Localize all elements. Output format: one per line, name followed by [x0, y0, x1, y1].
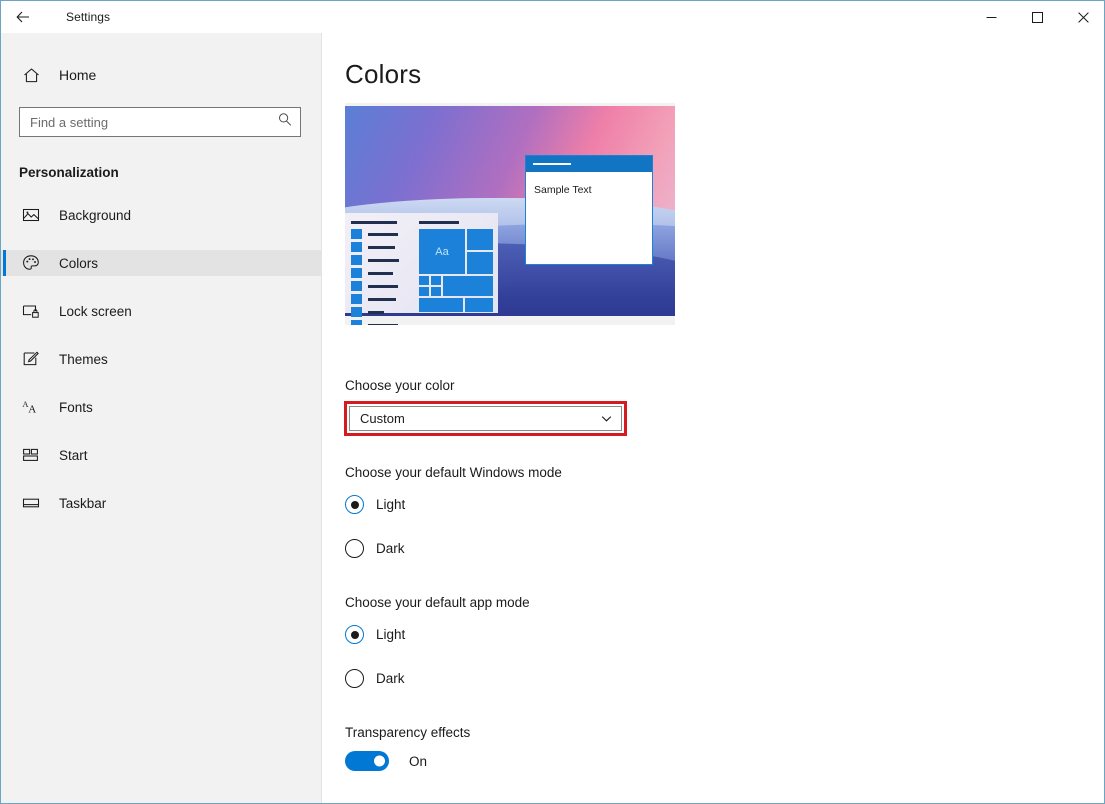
sidebar-item-label: Themes — [59, 352, 108, 367]
close-button[interactable] — [1060, 1, 1105, 33]
home-icon — [21, 65, 41, 85]
transparency-state-label: On — [409, 754, 427, 769]
picture-icon — [21, 205, 41, 225]
preview-tile — [419, 287, 429, 296]
preview-sample-window: Sample Text — [525, 155, 653, 265]
preview-list-header — [351, 221, 397, 224]
sidebar-item-taskbar[interactable]: Taskbar — [1, 490, 321, 516]
radio-indicator — [345, 669, 364, 688]
sidebar-item-colors[interactable]: Colors — [1, 250, 321, 276]
preview-tile — [467, 252, 493, 274]
sidebar-item-label: Colors — [59, 256, 98, 271]
sidebar: Home Personalization — [1, 33, 322, 804]
brush-icon — [21, 349, 41, 369]
selection-accent-bar — [3, 250, 6, 276]
start-tiles-icon — [21, 445, 41, 465]
lock-screen-icon — [21, 301, 41, 321]
radio-indicator — [345, 495, 364, 514]
sidebar-item-label: Fonts — [59, 400, 93, 415]
choose-color-value: Custom — [360, 411, 600, 426]
preview-tile-text: Aa — [419, 229, 465, 274]
sidebar-item-fonts[interactable]: A A Fonts — [1, 394, 321, 420]
main-content: Colors — [323, 33, 1105, 804]
minimize-button[interactable] — [968, 1, 1014, 33]
caption-buttons — [968, 1, 1105, 33]
preview-titlebar-accent — [533, 163, 571, 165]
radio-label: Light — [376, 497, 405, 512]
search-input[interactable] — [20, 108, 300, 136]
preview-sample-text: Sample Text — [534, 184, 592, 196]
transparency-toggle-row[interactable]: On — [345, 751, 427, 771]
back-arrow-icon — [15, 9, 31, 25]
sidebar-home-label: Home — [59, 67, 96, 83]
preview-tile — [431, 287, 441, 296]
fonts-icon: A A — [21, 397, 41, 417]
maximize-button[interactable] — [1014, 1, 1060, 33]
transparency-label: Transparency effects — [345, 725, 470, 740]
preview-tile — [467, 229, 493, 250]
windows-mode-label: Choose your default Windows mode — [345, 465, 562, 480]
preview-tile — [431, 276, 441, 285]
transparency-toggle[interactable] — [345, 751, 389, 771]
taskbar-icon — [21, 493, 41, 513]
preview-sample-titlebar — [526, 156, 652, 172]
sidebar-item-home[interactable]: Home — [1, 57, 321, 93]
preview-tile-grid: Aa — [419, 221, 493, 312]
radio-app-mode-dark[interactable]: Dark — [345, 669, 405, 688]
sidebar-nav-list: Background Colors — [1, 202, 321, 516]
color-preview: Aa — [345, 103, 675, 325]
sidebar-item-label: Lock screen — [59, 304, 132, 319]
title-bar: Settings — [1, 1, 1105, 33]
choose-color-dropdown[interactable]: Custom — [349, 406, 622, 431]
sidebar-section-header: Personalization — [1, 165, 321, 180]
preview-app-list — [351, 221, 409, 325]
page-title: Colors — [345, 59, 1105, 90]
radio-indicator — [345, 625, 364, 644]
palette-icon — [21, 253, 41, 273]
preview-tile — [419, 276, 429, 285]
app-mode-label: Choose your default app mode — [345, 595, 530, 610]
radio-indicator — [345, 539, 364, 558]
radio-label: Dark — [376, 671, 405, 686]
sidebar-item-label: Start — [59, 448, 88, 463]
chevron-down-icon — [600, 412, 613, 425]
window-title: Settings — [66, 10, 110, 24]
radio-app-mode-light[interactable]: Light — [345, 625, 405, 644]
radio-label: Light — [376, 627, 405, 642]
preview-tile — [443, 276, 493, 296]
sidebar-item-label: Taskbar — [59, 496, 106, 511]
sidebar-item-background[interactable]: Background — [1, 202, 321, 228]
sidebar-item-label: Background — [59, 208, 131, 223]
sidebar-item-themes[interactable]: Themes — [1, 346, 321, 372]
maximize-icon — [1032, 12, 1043, 23]
radio-windows-mode-dark[interactable]: Dark — [345, 539, 405, 558]
close-icon — [1078, 12, 1089, 23]
search-icon — [278, 113, 292, 132]
sidebar-item-start[interactable]: Start — [1, 442, 321, 468]
toggle-knob — [374, 756, 385, 767]
preview-tiles-header — [419, 221, 459, 224]
radio-windows-mode-light[interactable]: Light — [345, 495, 405, 514]
sidebar-item-lock-screen[interactable]: Lock screen — [1, 298, 321, 324]
settings-window: Settings — [0, 0, 1105, 804]
preview-tile — [465, 298, 493, 312]
preview-sample-body: Sample Text — [526, 172, 652, 198]
preview-tile — [419, 298, 463, 312]
svg-text:A: A — [28, 404, 36, 416]
preview-start-menu: Aa — [345, 213, 498, 313]
search-box[interactable] — [19, 107, 301, 137]
choose-color-label: Choose your color — [345, 378, 455, 393]
back-button[interactable] — [1, 1, 45, 33]
radio-label: Dark — [376, 541, 405, 556]
minimize-icon — [986, 12, 997, 23]
